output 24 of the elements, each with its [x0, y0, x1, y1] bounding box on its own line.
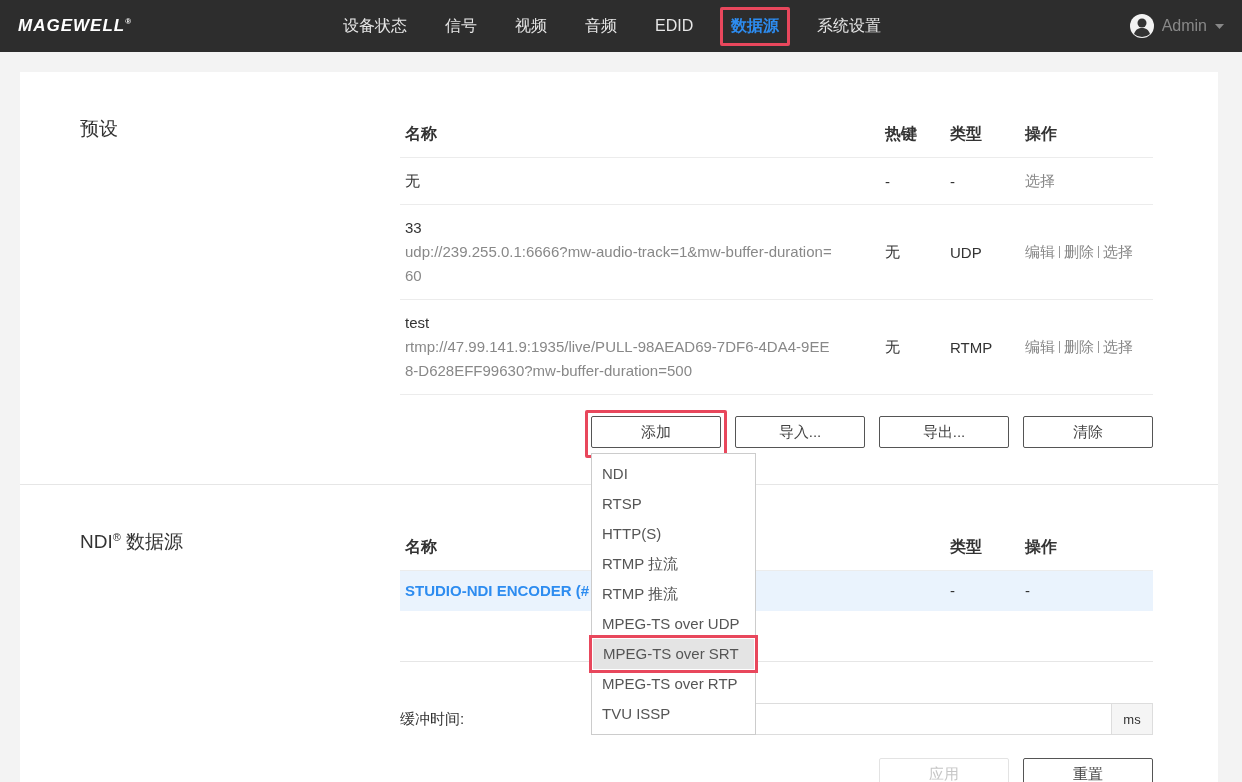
preset-url: udp://239.255.0.1:6666?mw-audio-track=1&mw-buffer-duration=60 [405, 242, 833, 286]
table-cell: 无 [880, 204, 945, 300]
column-header: 类型 [945, 525, 1020, 571]
column-header: 操作 [1020, 112, 1153, 158]
preset-name: 33 [405, 218, 423, 238]
table-cell: - [880, 157, 945, 205]
table-cell: RTMP [945, 299, 1020, 395]
field-label: 缓冲时间: [400, 709, 466, 729]
preset-url: rtmp://47.99.141.9:1935/live/PULL-98AEAD69-7DF6-4DA4-9EE8-D628EFF99630?mw-buffer-duration=500 [405, 337, 831, 381]
preset-name: 无 [405, 171, 421, 191]
logo: MAGEWELL$^{®}$ [18, 16, 133, 36]
section-title: 预设 [80, 117, 119, 141]
table-cell: - [945, 570, 1020, 611]
table-cell: - [945, 157, 1020, 205]
column-header: 名称 [400, 112, 880, 158]
table-cell: 无 [880, 299, 945, 395]
preset-name: test [405, 313, 431, 333]
column-header: 类型 [945, 112, 1020, 158]
column-header: 热键 [880, 112, 945, 158]
column-header: 操作 [1020, 525, 1153, 571]
table-cell: - [1020, 570, 1153, 611]
table-cell: UDP [945, 204, 1020, 300]
unit-addon: ms [1111, 704, 1152, 734]
section-title: NDI$^{®}$ 数据源 [80, 529, 185, 554]
